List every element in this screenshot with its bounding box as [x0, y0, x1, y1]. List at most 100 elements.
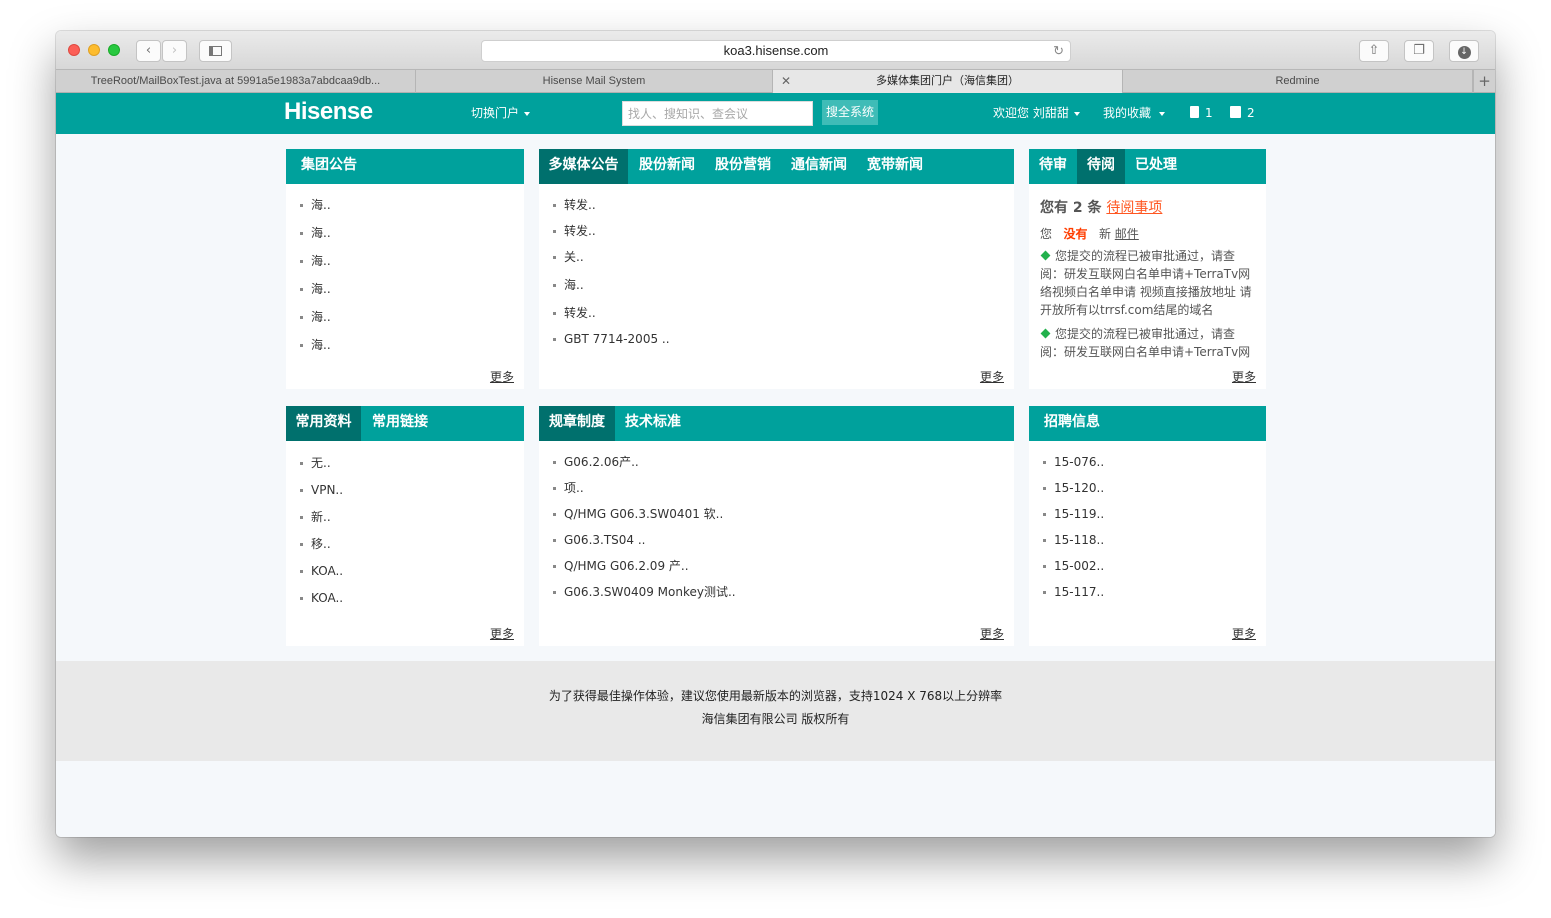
- tab-telecom-news[interactable]: 通信新闻: [791, 149, 847, 184]
- list-item[interactable]: 转发..: [553, 197, 670, 223]
- tab-to-review[interactable]: 待审: [1029, 149, 1077, 184]
- tab-broadband-news[interactable]: 宽带新闻: [867, 149, 923, 184]
- more-link[interactable]: 更多: [490, 625, 514, 642]
- documents-counter[interactable]: 2: [1230, 93, 1255, 134]
- list-item[interactable]: 15-118..: [1043, 532, 1104, 558]
- tab-label: 多媒体集团门户（海信集团）: [876, 75, 1019, 87]
- tab-recruitment[interactable]: 招聘信息: [1044, 406, 1100, 441]
- list-item[interactable]: KOA..: [300, 590, 343, 617]
- reload-icon[interactable]: ↻: [1053, 41, 1064, 61]
- zoom-window-button[interactable]: [108, 44, 120, 56]
- browser-tab-redmine[interactable]: Redmine: [1123, 70, 1473, 93]
- tab-tech-standards[interactable]: 技术标准: [625, 406, 681, 441]
- tab-media-notice[interactable]: 多媒体公告: [539, 149, 628, 184]
- tab-label: Hisense Mail System: [542, 75, 646, 87]
- tab-common-links[interactable]: 常用链接: [372, 406, 428, 441]
- caret-down-icon: [1073, 111, 1080, 116]
- back-button[interactable]: ‹: [136, 40, 161, 62]
- browser-tab-portal[interactable]: ✕ 多媒体集团门户（海信集团）: [773, 70, 1123, 93]
- downloads-button[interactable]: ↓: [1449, 40, 1479, 62]
- list-item[interactable]: 海..: [300, 225, 331, 253]
- documents-icon: [1230, 106, 1241, 118]
- sidebar-button[interactable]: [199, 40, 232, 62]
- chevron-left-icon: ‹: [145, 43, 152, 58]
- tab-share-news[interactable]: 股份新闻: [639, 149, 695, 184]
- todo-counter[interactable]: 1: [1190, 93, 1213, 134]
- tab-regulations[interactable]: 规章制度: [539, 406, 615, 441]
- list-item[interactable]: Q/HMG G06.2.09 产..: [553, 558, 736, 584]
- top-navigation: Hisense 切换门户 搜全系统 欢迎您 刘甜甜 我的收藏 1 2: [56, 93, 1495, 134]
- forward-button[interactable]: ›: [162, 40, 187, 62]
- list-item[interactable]: 无..: [300, 455, 343, 482]
- pending-summary: 您有 2 条 待阅事项: [1040, 200, 1163, 216]
- list-item[interactable]: G06.3.SW0409 Monkey测试..: [553, 584, 736, 610]
- pending-items-link[interactable]: 待阅事项: [1106, 200, 1162, 216]
- hisense-logo[interactable]: Hisense: [284, 98, 373, 126]
- search-input[interactable]: [622, 101, 813, 126]
- close-tab-icon[interactable]: ✕: [781, 70, 791, 93]
- search-all-button[interactable]: 搜全系统: [822, 100, 878, 125]
- browser-tab-mail[interactable]: Hisense Mail System: [416, 70, 773, 93]
- list-item[interactable]: 15-119..: [1043, 506, 1104, 532]
- list-item[interactable]: 转发..: [553, 305, 670, 331]
- list-item[interactable]: 转发..: [553, 223, 670, 249]
- tab-processed[interactable]: 已处理: [1125, 149, 1187, 184]
- tab-share-marketing[interactable]: 股份营销: [715, 149, 771, 184]
- tab-group-notice[interactable]: 集团公告: [301, 149, 357, 184]
- caret-down-icon: [524, 111, 531, 116]
- list-item[interactable]: Q/HMG G06.3.SW0401 软..: [553, 506, 736, 532]
- more-link[interactable]: 更多: [490, 368, 514, 385]
- address-bar[interactable]: koa3.hisense.com ↻: [481, 40, 1071, 62]
- list-item[interactable]: 15-002..: [1043, 558, 1104, 584]
- tasks-panel: 待审 待阅 已处理 您有 2 条 待阅事项 您 没有 新 邮件 您提交的流程已被…: [1029, 149, 1266, 389]
- more-link[interactable]: 更多: [1231, 368, 1256, 385]
- list-item[interactable]: VPN..: [300, 482, 343, 509]
- browser-tab-github[interactable]: TreeRoot/MailBoxTest.java at 5991a5e1983…: [56, 70, 416, 93]
- switch-portal-menu[interactable]: 切换门户: [471, 93, 531, 134]
- minimize-window-button[interactable]: [88, 44, 100, 56]
- close-window-button[interactable]: [68, 44, 80, 56]
- welcome-label: 欢迎您 刘甜甜: [993, 106, 1069, 120]
- approval-notice[interactable]: 您提交的流程已被审批通过，请查阅：研发互联网白名单申请+TerraTv网络视频白…: [1040, 247, 1254, 319]
- approval-notice[interactable]: 您提交的流程已被审批通过，请查阅：研发互联网白名单申请+TerraTv网络视频白…: [1040, 325, 1254, 363]
- tab-label: Redmine: [1275, 75, 1320, 87]
- tabs-overview-button[interactable]: ❐: [1404, 40, 1434, 62]
- list-item[interactable]: 移..: [300, 536, 343, 563]
- list-item[interactable]: 海..: [300, 337, 331, 365]
- page-footer: 为了获得最佳操作体验，建议您使用最新版本的浏览器，支持1024 X 768以上分…: [56, 661, 1495, 761]
- more-link[interactable]: 更多: [1232, 625, 1256, 642]
- favorites-menu[interactable]: 我的收藏: [1103, 93, 1166, 134]
- list-item[interactable]: 海..: [553, 277, 670, 305]
- list-item[interactable]: 15-117..: [1043, 584, 1104, 610]
- mail-link[interactable]: 邮件: [1115, 227, 1139, 241]
- list-item[interactable]: GBT 7714-2005 ..: [553, 331, 670, 357]
- list-item[interactable]: 海..: [300, 309, 331, 337]
- list-item[interactable]: 项..: [553, 480, 736, 506]
- list-item[interactable]: 海..: [300, 197, 331, 225]
- user-menu[interactable]: 欢迎您 刘甜甜: [993, 93, 1080, 134]
- more-link[interactable]: 更多: [980, 368, 1004, 385]
- tab-common-docs[interactable]: 常用资料: [286, 406, 361, 441]
- diamond-bullet-icon: [1040, 250, 1051, 261]
- chevron-right-icon: ›: [171, 43, 178, 58]
- list-item[interactable]: 关..: [553, 249, 670, 277]
- list-item[interactable]: 15-076..: [1043, 454, 1104, 480]
- list-item[interactable]: KOA..: [300, 563, 343, 590]
- list-item[interactable]: G06.3.TS04 ..: [553, 532, 736, 558]
- pending-count: 2: [1072, 200, 1083, 216]
- favorites-label: 我的收藏: [1103, 106, 1152, 120]
- copyright-text: 海信集团有限公司 版权所有: [701, 712, 850, 726]
- browser-advice-text: 为了获得最佳操作体验，建议您使用最新版本的浏览器，支持1024 X 768以上分…: [548, 689, 1003, 703]
- share-button[interactable]: ⇧: [1359, 40, 1389, 62]
- list-item[interactable]: 海..: [300, 253, 331, 281]
- list-item[interactable]: 新..: [300, 509, 343, 536]
- todo-count: 1: [1205, 106, 1213, 120]
- list-item[interactable]: G06.2.06产..: [553, 454, 736, 480]
- list-item[interactable]: 15-120..: [1043, 480, 1104, 506]
- more-link[interactable]: 更多: [980, 625, 1004, 642]
- documents-count: 2: [1247, 106, 1255, 120]
- new-tab-button[interactable]: +: [1473, 70, 1495, 93]
- rules-panel: 规章制度 技术标准 G06.2.06产.. 项.. Q/HMG G06.3.SW…: [539, 406, 1014, 646]
- tab-to-read[interactable]: 待阅: [1077, 149, 1125, 184]
- list-item[interactable]: 海..: [300, 281, 331, 309]
